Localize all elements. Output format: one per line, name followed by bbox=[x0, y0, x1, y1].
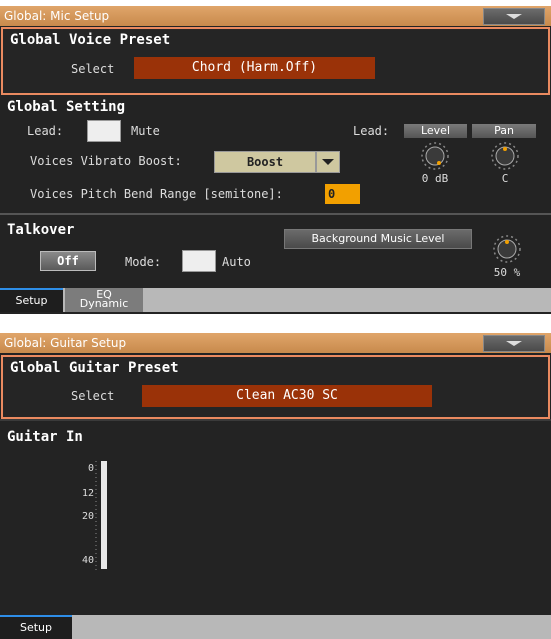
background-music-level-header: Background Music Level bbox=[284, 229, 472, 249]
page-menu-button[interactable] bbox=[483, 335, 545, 352]
meter-tick-label: 0 bbox=[87, 463, 94, 474]
tab-setup[interactable]: Setup bbox=[0, 288, 63, 312]
level-header: Level bbox=[404, 124, 467, 138]
page-menu-button[interactable] bbox=[483, 8, 545, 25]
guitar-preset-heading: Global Guitar Preset bbox=[10, 360, 179, 376]
meter-tick-label: 12 bbox=[81, 488, 94, 499]
talkover-heading: Talkover bbox=[7, 222, 75, 238]
guitar-setup-panel: Global: Guitar Setup Global Guitar Prese… bbox=[0, 333, 551, 639]
pan-header: Pan bbox=[472, 124, 536, 138]
background-music-level-value: 50 % bbox=[493, 266, 521, 279]
guitar-setup-title-bar: Global: Guitar Setup bbox=[0, 333, 551, 353]
talkover-off-button[interactable]: Off bbox=[40, 251, 96, 271]
vibrato-boost-dropdown-arrow[interactable] bbox=[316, 151, 340, 173]
guitar-setup-title: Global: Guitar Setup bbox=[4, 336, 127, 350]
tab-setup[interactable]: Setup bbox=[0, 615, 72, 639]
tab-eq-dynamic[interactable]: EQ Dynamic bbox=[65, 288, 143, 312]
mic-setup-title: Global: Mic Setup bbox=[4, 9, 110, 23]
lead-label: Lead: bbox=[27, 124, 64, 138]
level-knob[interactable] bbox=[420, 141, 450, 171]
level-value: 0 dB bbox=[421, 172, 449, 185]
voice-preset-select[interactable]: Chord (Harm.Off) bbox=[134, 57, 375, 79]
guitar-in-heading: Guitar In bbox=[7, 429, 83, 445]
vibrato-boost-label: Voices Vibrato Boost: bbox=[30, 154, 182, 168]
global-setting-heading: Global Setting bbox=[7, 99, 126, 115]
guitar-in-meter bbox=[101, 461, 107, 569]
mute-label: Mute bbox=[131, 124, 160, 138]
voice-preset-select-label: Select bbox=[71, 62, 115, 76]
section-divider bbox=[0, 419, 551, 421]
meter-tick-label: 20 bbox=[81, 511, 94, 522]
background-music-level-knob[interactable] bbox=[492, 234, 522, 264]
voice-preset-heading: Global Voice Preset bbox=[10, 32, 171, 48]
talkover-auto-label: Auto bbox=[222, 255, 251, 269]
guitar-preset-select-label: Select bbox=[71, 389, 115, 403]
talkover-auto-checkbox[interactable] bbox=[182, 250, 216, 272]
lead-right-label: Lead: bbox=[353, 124, 390, 138]
mic-tab-bar: Setup EQ Dynamic bbox=[0, 288, 551, 312]
pan-value: C bbox=[501, 172, 509, 185]
pan-knob[interactable] bbox=[490, 141, 520, 171]
voice-preset-section: Global Voice Preset Select Chord (Harm.O… bbox=[1, 27, 550, 95]
mic-setup-title-bar: Global: Mic Setup bbox=[0, 6, 551, 26]
mic-setup-panel: Global: Mic Setup Global Voice Preset Se… bbox=[0, 6, 551, 314]
guitar-preset-select[interactable]: Clean AC30 SC bbox=[142, 385, 432, 407]
talkover-mode-label: Mode: bbox=[125, 255, 162, 269]
pitch-bend-label: Voices Pitch Bend Range [semitone]: bbox=[30, 187, 283, 201]
meter-tick-label: 40 bbox=[81, 555, 94, 566]
guitar-preset-section: Global Guitar Preset Select Clean AC30 S… bbox=[1, 355, 550, 419]
guitar-tab-bar: Setup bbox=[0, 615, 551, 639]
mute-checkbox[interactable] bbox=[87, 120, 121, 142]
pitch-bend-field[interactable]: 0 bbox=[325, 184, 360, 204]
vibrato-boost-select[interactable]: Boost bbox=[214, 151, 316, 173]
section-divider bbox=[0, 213, 551, 215]
